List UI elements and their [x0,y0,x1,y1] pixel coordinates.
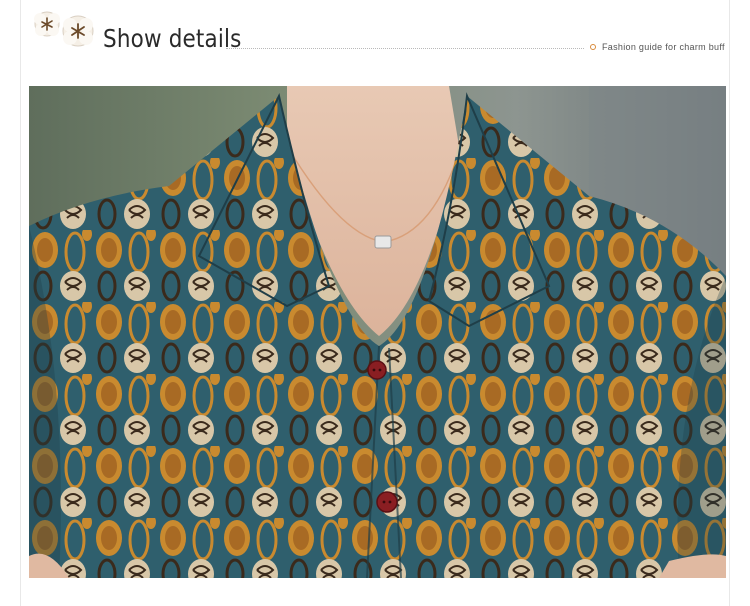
cotton-flower-icon [62,15,94,47]
section-title: Show details [103,24,242,53]
section-subtitle: Fashion guide for charm buff [602,42,725,52]
shirt-illustration [29,86,726,578]
circle-bullet-icon [590,44,596,50]
section-header: Show details Fashion guide for charm buf… [20,0,730,80]
cotton-flower-icon [34,11,60,37]
frame-border-right [729,0,730,606]
product-detail-photo [29,86,726,578]
product-detail-page: Show details Fashion guide for charm buf… [0,0,750,606]
frame-border-left [20,0,21,606]
dotted-divider [226,48,584,49]
